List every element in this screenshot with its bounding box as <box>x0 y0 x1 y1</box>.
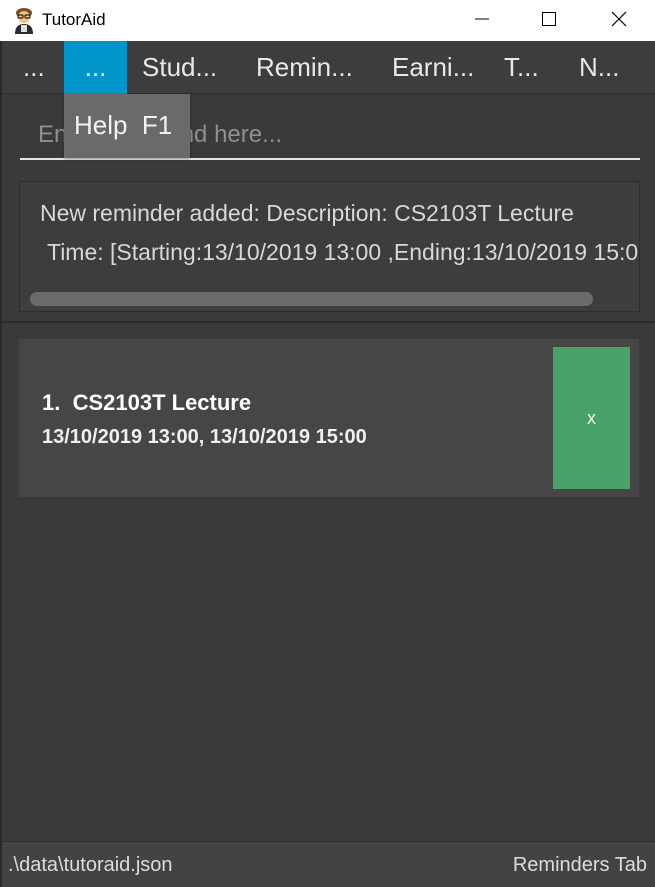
tab-tasks[interactable]: T... <box>504 41 539 94</box>
close-icon <box>611 11 627 27</box>
tutor-avatar-icon <box>15 8 33 34</box>
tab-notes[interactable]: N... <box>579 41 619 94</box>
tab-students[interactable]: Stud... <box>142 41 217 94</box>
panel-divider <box>2 321 655 323</box>
status-bar: .\data\tutoraid.json Reminders Tab <box>2 841 655 887</box>
horizontal-scrollbar[interactable] <box>30 292 593 306</box>
status-file-path: .\data\tutoraid.json <box>8 854 173 876</box>
menu-bar: ... ... Stud... Remin... Earni... T... N… <box>2 41 655 94</box>
result-text-line-1: New reminder added: Description: CS2103T… <box>40 200 574 226</box>
reminder-card: 1. CS2103T Lecture 13/10/2019 13:00, 13/… <box>19 339 639 497</box>
menu-item-help-f1[interactable]: Help F1 <box>74 110 172 141</box>
maximize-button[interactable] <box>514 0 584 38</box>
close-button[interactable] <box>584 0 654 38</box>
menu-item-help[interactable]: ... <box>64 41 127 94</box>
tab-reminders[interactable]: Remin... <box>256 41 353 94</box>
result-display: New reminder added: Description: CS2103T… <box>19 181 640 312</box>
menu-item-file[interactable]: ... <box>23 41 45 94</box>
result-text-line-2: Time: [Starting:13/10/2019 13:00 ,Ending… <box>47 239 640 265</box>
status-current-tab: Reminders Tab <box>512 854 647 876</box>
title-bar: TutorAid <box>0 0 655 41</box>
reminder-title: 1. CS2103T Lecture <box>42 390 252 415</box>
reminder-time: 13/10/2019 13:00, 13/10/2019 15:00 <box>42 426 367 448</box>
help-dropdown-menu: Help F1 <box>64 94 190 158</box>
delete-reminder-button[interactable]: x <box>553 347 630 489</box>
minimize-icon <box>475 18 489 20</box>
window-title: TutorAid <box>42 10 106 29</box>
minimize-button[interactable] <box>447 0 517 38</box>
maximize-icon <box>542 12 556 26</box>
tab-earnings[interactable]: Earni... <box>392 41 474 94</box>
